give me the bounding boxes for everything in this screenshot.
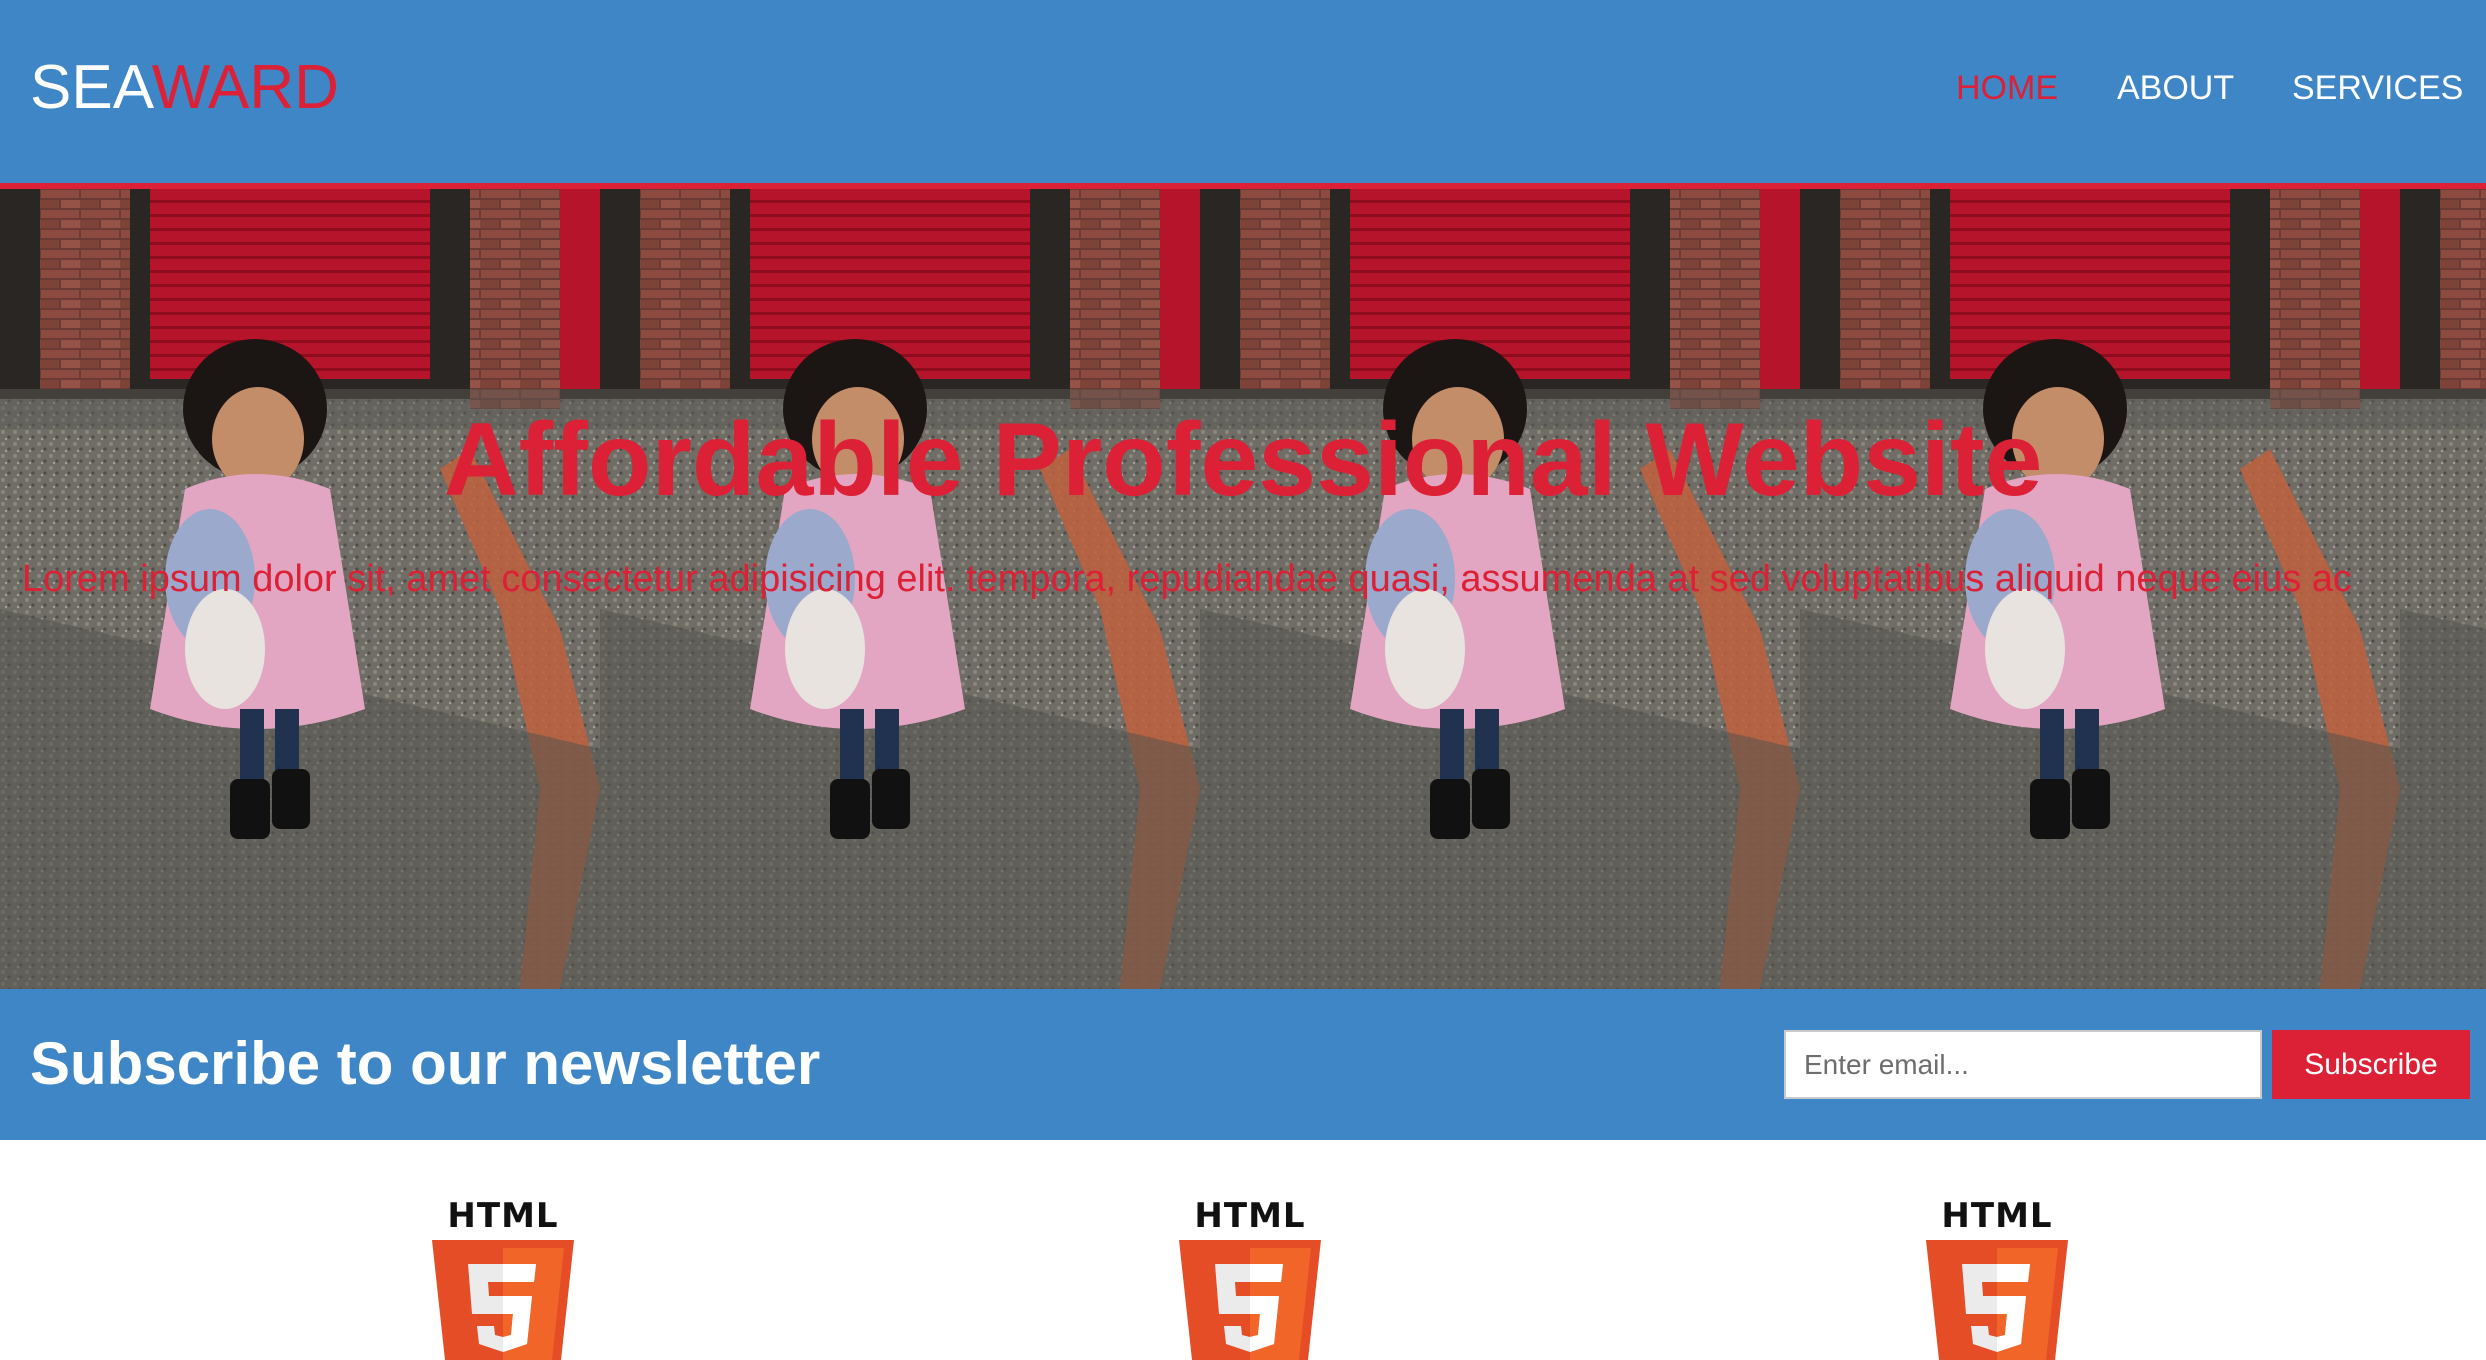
logo-part-ward: WARD (151, 53, 339, 122)
site-logo[interactable]: SEAWARD (30, 52, 339, 124)
logo-part-sea: SEA (30, 53, 152, 122)
html5-logo-icon (1926, 1240, 2068, 1360)
nav-link-services[interactable]: SERVICES (2292, 66, 2463, 110)
nav-link-home[interactable]: HOME (1956, 66, 2058, 110)
feature-html-2: HTML (1179, 1196, 1339, 1360)
html-logo-text: HTML (447, 1196, 559, 1236)
nav-link-about[interactable]: ABOUT (2117, 66, 2234, 110)
hero-text: Lorem ipsum dolor sit, amet consectetur … (22, 558, 2352, 600)
feature-html-3: HTML (1926, 1196, 2086, 1360)
hero-showcase: Affordable Professional Website Lorem ip… (0, 189, 2486, 989)
html5-logo-icon (1179, 1240, 1321, 1360)
email-input[interactable] (1784, 1030, 2262, 1099)
hero-title: Affordable Professional Website (443, 402, 2043, 518)
html5-logo-icon (432, 1240, 574, 1360)
html-logo-text: HTML (1941, 1196, 2053, 1236)
site-header (0, 0, 2486, 183)
feature-html-1: HTML (432, 1196, 592, 1360)
subscribe-button[interactable]: Subscribe (2272, 1030, 2470, 1099)
html-logo-text: HTML (1194, 1196, 1306, 1236)
newsletter-title: Subscribe to our newsletter (30, 1030, 821, 1097)
